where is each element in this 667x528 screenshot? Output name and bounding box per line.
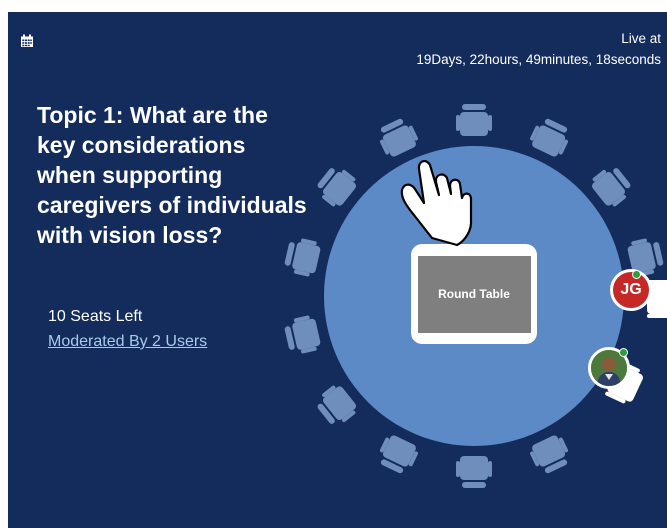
round-table-scene: Round Table [283, 104, 667, 488]
empty-seat-chair[interactable] [588, 162, 635, 210]
empty-seat-chair[interactable] [375, 115, 421, 159]
online-status-dot [619, 348, 628, 357]
empty-seat-chair[interactable] [375, 432, 421, 476]
participant-avatar-jg[interactable]: JG [610, 269, 652, 311]
empty-seat-chair[interactable] [313, 382, 360, 430]
online-status-dot [632, 270, 641, 279]
empty-seat-chair[interactable] [283, 314, 322, 356]
room-panel: Live at 19Days, 22hours, 49minutes, 18se… [8, 12, 667, 528]
empty-seat-chair[interactable] [527, 115, 573, 159]
empty-seat-chair[interactable] [283, 236, 322, 278]
empty-seat-chair[interactable] [456, 104, 492, 136]
avatar-initials: JG [620, 281, 642, 298]
empty-seat-chair[interactable] [456, 456, 492, 488]
table-label: Round Table [438, 287, 510, 301]
empty-seat-chair[interactable] [527, 432, 573, 476]
empty-seat-chair[interactable] [313, 162, 360, 210]
